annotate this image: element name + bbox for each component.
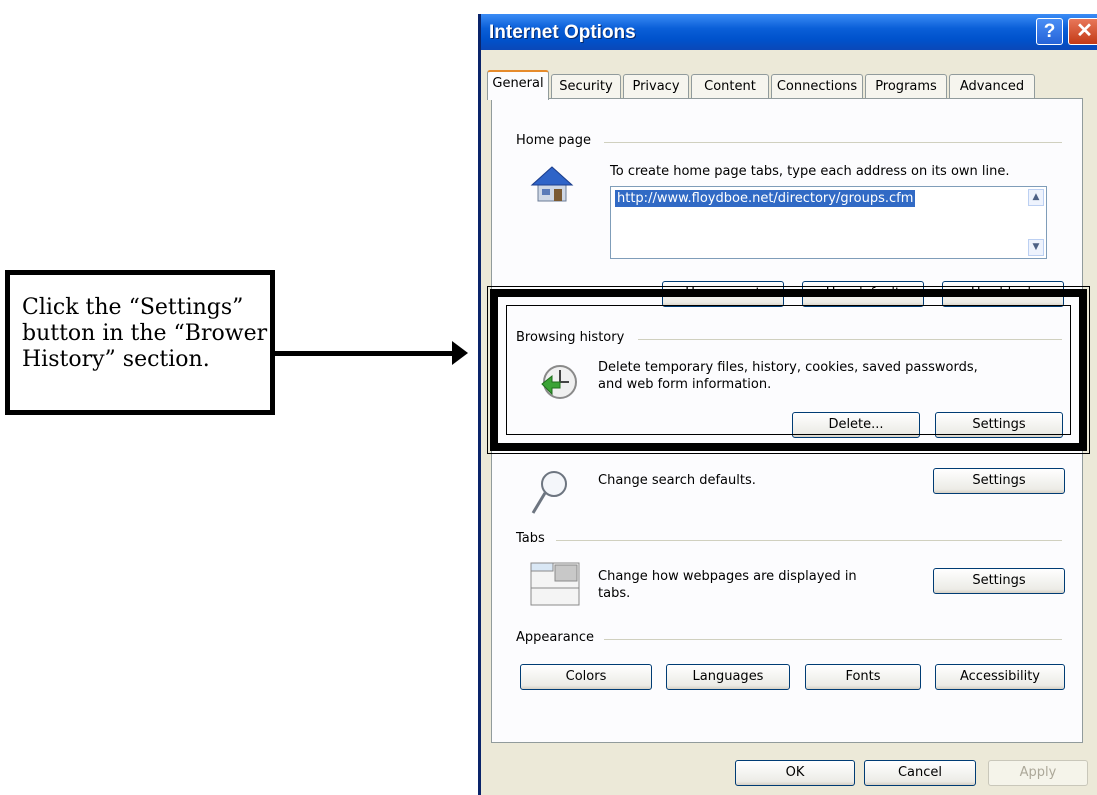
tabs-window-icon: [530, 562, 580, 606]
accessibility-button[interactable]: Accessibility: [935, 664, 1065, 690]
home-page-description: To create home page tabs, type each addr…: [610, 164, 1010, 179]
tab-programs[interactable]: Programs: [865, 74, 947, 100]
scroll-up-icon[interactable]: ▲: [1028, 189, 1044, 206]
instruction-callout: Click the “Settings” button in the “Brow…: [5, 270, 275, 415]
tab-security[interactable]: Security: [551, 74, 621, 100]
callout-text: Click the “Settings” button in the “Brow…: [22, 295, 268, 372]
highlight-frame-inner: [506, 305, 1071, 435]
search-description: Change search defaults.: [598, 473, 756, 488]
tab-general[interactable]: General: [487, 70, 549, 100]
cancel-button[interactable]: Cancel: [864, 760, 976, 786]
tab-privacy[interactable]: Privacy: [623, 74, 689, 100]
appearance-group-label: Appearance: [516, 630, 599, 645]
scroll-down-icon[interactable]: ▼: [1028, 239, 1044, 256]
search-settings-button[interactable]: Settings: [933, 468, 1065, 494]
tabs-description-2: tabs.: [598, 586, 631, 601]
magnifier-icon: [531, 471, 567, 514]
appearance-divider: [604, 639, 1062, 640]
title-bar[interactable]: Internet Options ? ✕: [481, 14, 1097, 50]
home-page-divider: [604, 142, 1062, 143]
ok-button[interactable]: OK: [735, 760, 855, 786]
tab-advanced[interactable]: Advanced: [949, 74, 1035, 100]
fonts-button[interactable]: Fonts: [805, 664, 921, 690]
home-page-group-label: Home page: [516, 133, 595, 148]
callout-arrow-line: [275, 351, 453, 356]
close-button[interactable]: ✕: [1068, 18, 1097, 45]
house-icon: [530, 166, 574, 202]
home-page-url-text: http://www.floydboe.net/directory/groups…: [615, 190, 916, 207]
tabs-divider: [556, 540, 1062, 541]
tab-connections[interactable]: Connections: [771, 74, 863, 100]
tab-content[interactable]: Content: [691, 74, 769, 100]
apply-button[interactable]: Apply: [988, 760, 1088, 786]
tabs-group-label: Tabs: [516, 531, 549, 546]
home-page-url-textarea[interactable]: http://www.floydboe.net/directory/groups…: [610, 186, 1047, 259]
colors-button[interactable]: Colors: [520, 664, 652, 690]
languages-button[interactable]: Languages: [666, 664, 790, 690]
callout-arrow-head: [452, 341, 468, 365]
tabs-description-1: Change how webpages are displayed in: [598, 569, 857, 584]
tabs-settings-button[interactable]: Settings: [933, 568, 1065, 594]
help-button[interactable]: ?: [1036, 18, 1063, 45]
window-title: Internet Options: [489, 22, 636, 43]
